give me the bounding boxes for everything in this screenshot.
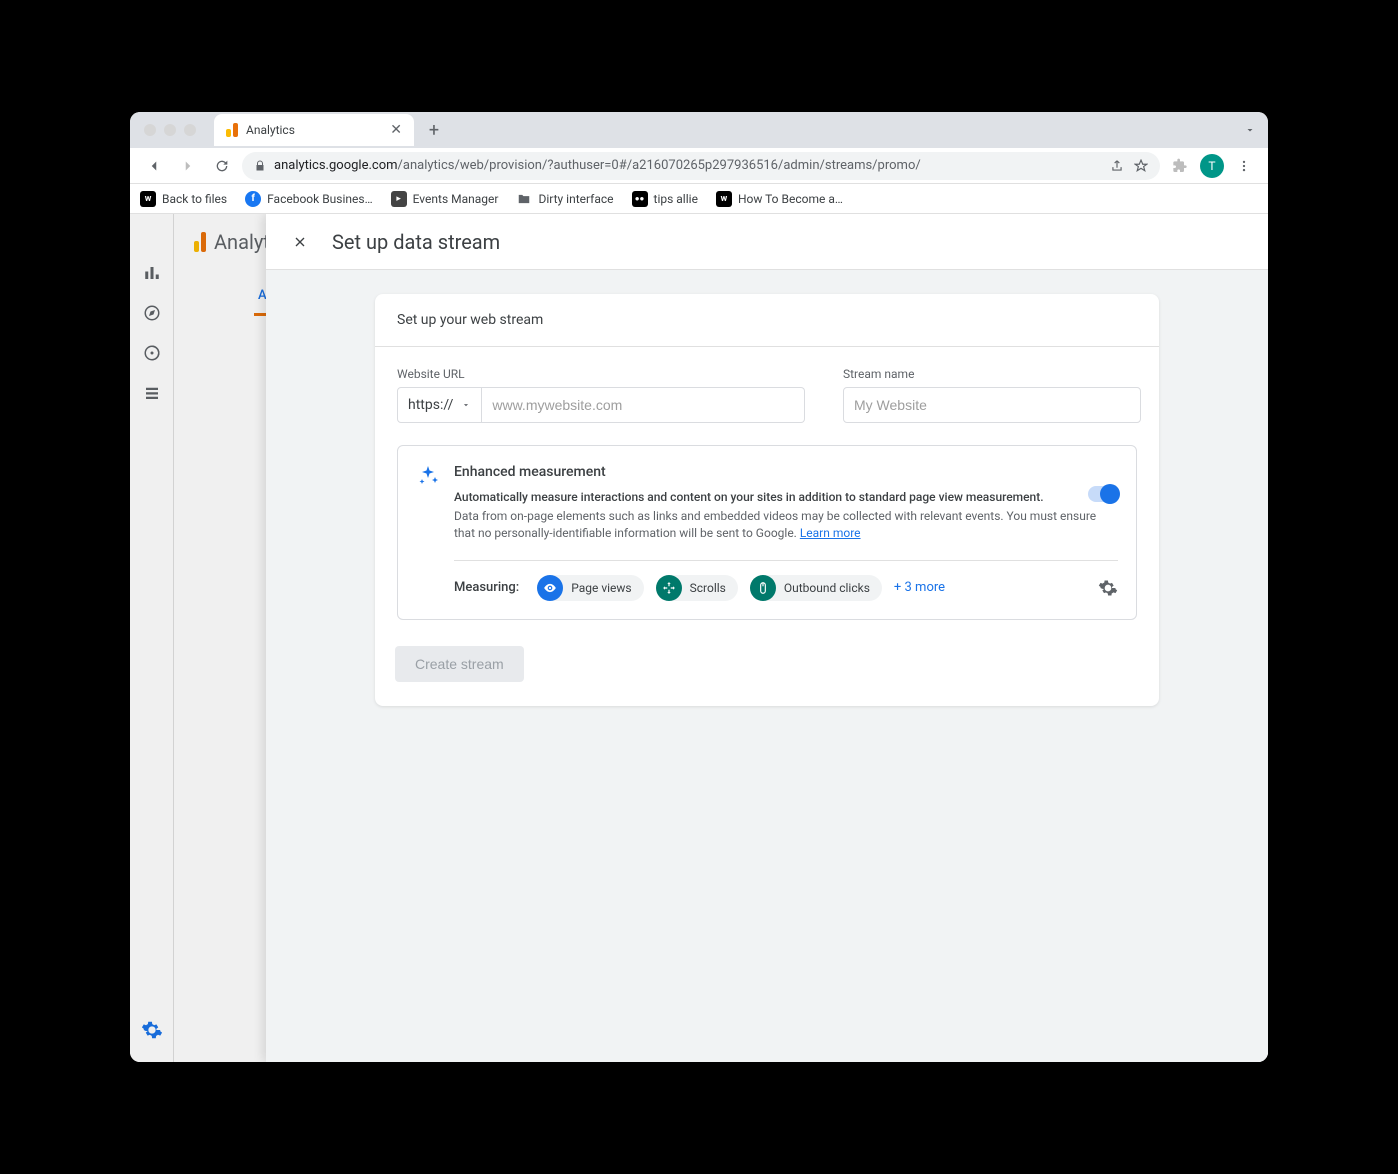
tab-bar: Analytics ✕ + (130, 112, 1268, 148)
chevron-down-icon (461, 400, 471, 410)
website-url-label: Website URL (397, 367, 805, 381)
enhanced-line2: Data from on-page elements such as links… (454, 508, 1118, 542)
chip-page-views: Page views (537, 575, 643, 601)
chip-scrolls: Scrolls (656, 575, 738, 601)
bookmark-tips-allie[interactable]: ●● tips allie (632, 191, 698, 207)
bookmark-how-to-become[interactable]: w How To Become a… (716, 191, 843, 207)
more-chips-link[interactable]: + 3 more (894, 580, 945, 595)
forward-button (174, 152, 202, 180)
panel-header: Set up data stream (266, 214, 1268, 270)
scroll-icon (656, 575, 682, 601)
learn-more-link[interactable]: Learn more (800, 526, 861, 540)
enhanced-line1: Automatically measure interactions and c… (454, 490, 1118, 504)
back-button[interactable] (140, 152, 168, 180)
sparkle-icon (416, 464, 440, 601)
browser-window: Analytics ✕ + analytics.google.com /anal… (130, 112, 1268, 1062)
star-icon[interactable] (1134, 159, 1148, 173)
bookmarks-bar: w Back to files f Facebook Busines… ▸ Ev… (130, 184, 1268, 214)
web-stream-card: Set up your web stream Website URL https… (375, 294, 1159, 706)
enhanced-settings-button[interactable] (1098, 578, 1118, 598)
card-heading: Set up your web stream (375, 294, 1159, 347)
enhanced-measurement-section: Enhanced measurement Automatically measu… (397, 445, 1137, 620)
events-icon: ▸ (391, 191, 407, 207)
stream-name-label: Stream name (843, 367, 1141, 381)
close-panel-button[interactable] (290, 232, 310, 252)
reload-button[interactable] (208, 152, 236, 180)
browser-toolbar: analytics.google.com /analytics/web/prov… (130, 148, 1268, 184)
profile-avatar[interactable]: T (1200, 154, 1224, 178)
page-content: Analytics ADMIN Pr tes Set up data strea… (130, 214, 1268, 1062)
extensions-icon[interactable] (1166, 152, 1194, 180)
panel-title: Set up data stream (332, 230, 500, 254)
url-path: /analytics/web/provision/?authuser=0#/a2… (398, 158, 921, 173)
browser-tab[interactable]: Analytics ✕ (214, 114, 414, 146)
url-domain: analytics.google.com (274, 158, 398, 173)
chip-outbound-clicks: Outbound clicks (750, 575, 882, 601)
tabs-menu-icon[interactable] (1244, 124, 1256, 136)
enhanced-title: Enhanced measurement (454, 464, 1118, 480)
divider (454, 560, 1118, 561)
new-tab-button[interactable]: + (420, 116, 448, 144)
website-url-input[interactable] (482, 387, 805, 423)
close-dot-icon[interactable] (144, 124, 156, 136)
eye-icon (537, 575, 563, 601)
chrome-menu-icon[interactable] (1230, 152, 1258, 180)
folder-icon (516, 191, 532, 207)
medium-icon: ●● (632, 191, 648, 207)
stream-name-input[interactable] (843, 387, 1141, 423)
create-stream-button[interactable]: Create stream (395, 646, 524, 682)
bookmark-icon: w (140, 191, 156, 207)
profile-initial: T (1208, 159, 1215, 173)
bookmark-dirty-interface[interactable]: Dirty interface (516, 191, 613, 207)
lock-icon (254, 160, 266, 172)
protocol-value: https:// (408, 397, 453, 413)
bookmark-events-manager[interactable]: ▸ Events Manager (391, 191, 499, 207)
facebook-icon: f (245, 191, 261, 207)
address-bar[interactable]: analytics.google.com /analytics/web/prov… (242, 152, 1160, 180)
enhanced-toggle[interactable] (1088, 486, 1118, 502)
data-stream-panel: Set up data stream Set up your web strea… (266, 214, 1268, 1062)
bookmark-facebook[interactable]: f Facebook Busines… (245, 191, 373, 207)
bookmark-icon: w (716, 191, 732, 207)
tab-close-icon[interactable]: ✕ (390, 122, 402, 138)
measuring-label: Measuring: (454, 580, 519, 595)
tab-title: Analytics (246, 123, 295, 137)
bookmark-back-to-files[interactable]: w Back to files (140, 191, 227, 207)
toggle-knob (1100, 484, 1120, 504)
protocol-select[interactable]: https:// (397, 387, 482, 423)
analytics-logo-icon (226, 123, 238, 137)
zoom-dot-icon[interactable] (184, 124, 196, 136)
minimize-dot-icon[interactable] (164, 124, 176, 136)
window-controls[interactable] (144, 124, 196, 136)
mouse-icon (750, 575, 776, 601)
share-icon[interactable] (1110, 159, 1124, 173)
